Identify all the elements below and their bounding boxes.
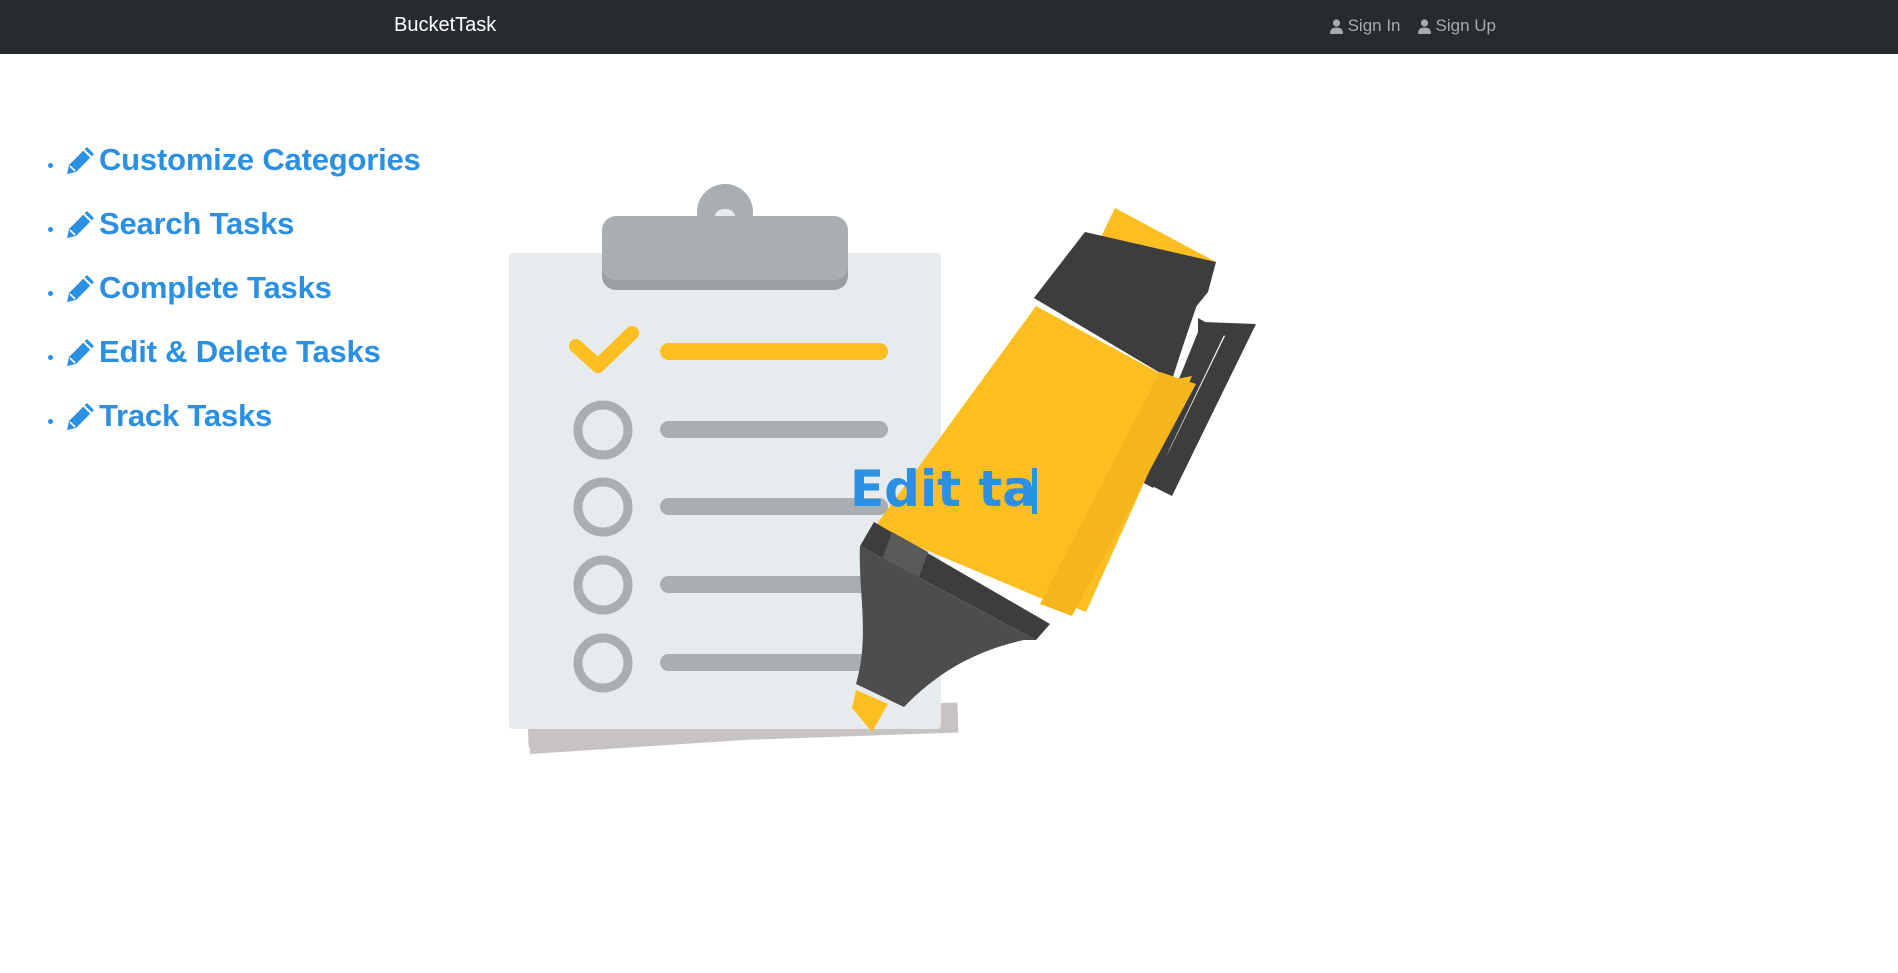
sign-up-link[interactable]: Sign Up (1417, 16, 1496, 36)
feature-item-edit-delete-tasks[interactable]: Edit & Delete Tasks (48, 320, 421, 384)
typing-cursor (1032, 468, 1037, 514)
sign-in-link[interactable]: Sign In (1329, 16, 1401, 36)
pencil-icon (67, 339, 94, 366)
checklist-line (660, 421, 888, 438)
list-bullet (48, 418, 53, 424)
pencil-icon (67, 403, 94, 430)
user-icon (1417, 18, 1431, 34)
list-bullet (48, 162, 53, 168)
feature-label: Search Tasks (99, 206, 295, 241)
pencil-icon (67, 147, 94, 174)
feature-label: Edit & Delete Tasks (99, 334, 381, 369)
feature-label: Customize Categories (99, 142, 421, 177)
feature-item-search-tasks[interactable]: Search Tasks (48, 192, 421, 256)
feature-item-track-tasks[interactable]: Track Tasks (48, 384, 421, 448)
pencil-icon (67, 211, 94, 238)
nav-links: Sign In Sign Up (1329, 16, 1496, 36)
clipboard-clip (602, 216, 848, 280)
feature-label: Track Tasks (99, 398, 273, 433)
user-icon (1329, 18, 1343, 34)
feature-label: Complete Tasks (99, 270, 332, 305)
feature-item-complete-tasks[interactable]: Complete Tasks (48, 256, 421, 320)
list-bullet (48, 354, 53, 360)
sign-up-label: Sign Up (1435, 16, 1496, 35)
top-navbar: BucketTask Sign In Sign Up (0, 0, 1898, 54)
feature-list: Customize Categories Search Tasks Comple… (48, 128, 421, 448)
feature-item-customize-categories[interactable]: Customize Categories (48, 128, 421, 192)
sign-in-label: Sign In (1347, 16, 1401, 35)
brand-link[interactable]: BucketTask (394, 14, 496, 37)
typing-headline: Edit ta (850, 460, 1037, 518)
list-bullet (48, 290, 53, 296)
list-bullet (48, 226, 53, 232)
checklist-line (660, 576, 888, 593)
checklist-line-done (660, 343, 888, 360)
pencil-icon (67, 275, 94, 302)
checklist-line (660, 654, 888, 671)
